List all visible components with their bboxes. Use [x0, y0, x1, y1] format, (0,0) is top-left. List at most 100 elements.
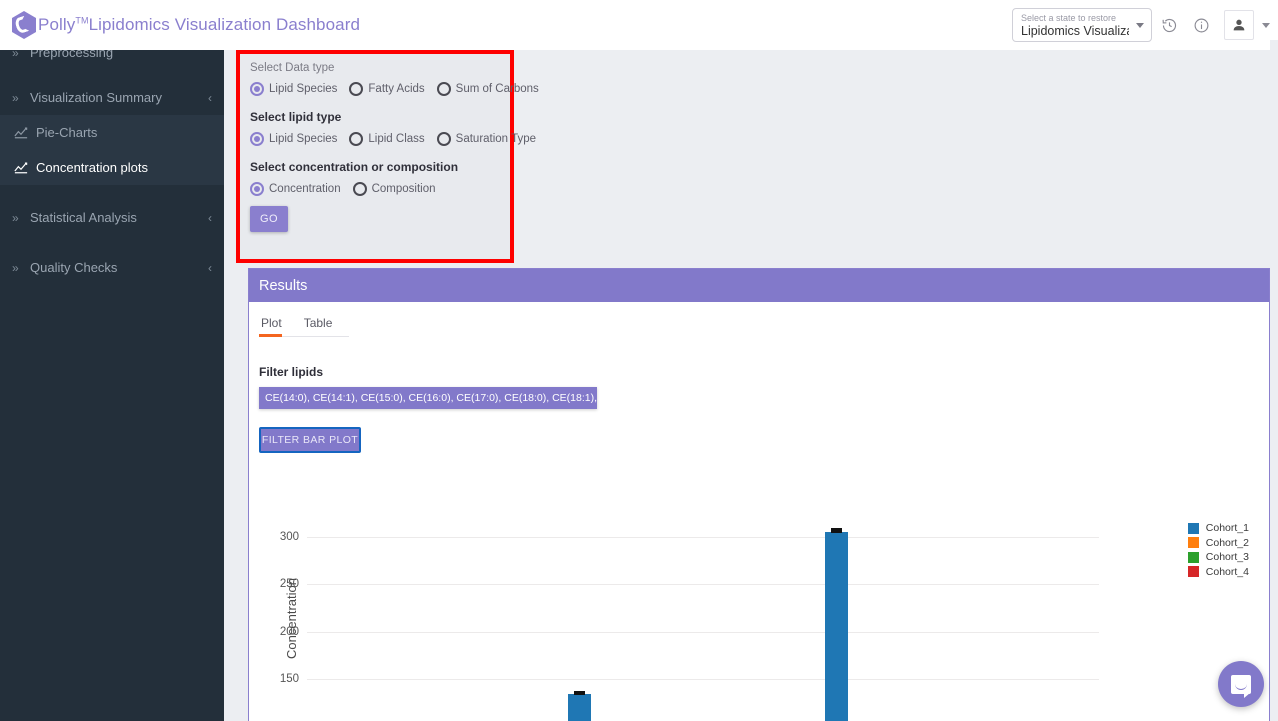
legend-label: Cohort_1 — [1205, 522, 1249, 535]
legend-label: Cohort_2 — [1205, 536, 1249, 549]
filter-lipids-input[interactable]: CE(14:0), CE(14:1), CE(15:0), CE(16:0), … — [259, 387, 597, 409]
radio-option-sum-of-carbons[interactable]: Sum of Carbons — [436, 82, 539, 96]
radio-button[interactable] — [349, 82, 364, 96]
data-type-radio-group: Lipid Species Fatty Acids Sum of Carbons — [250, 82, 539, 96]
chat-bubble-icon[interactable] — [1218, 661, 1264, 707]
lipid-type-radio-group: Lipid Species Lipid Class Saturation Typ… — [250, 132, 536, 146]
radio-option-lipid-species[interactable]: Lipid Species — [250, 132, 337, 146]
y-axis-title: Concentration — [283, 578, 299, 659]
y-tick-label: 150 — [279, 673, 299, 685]
tab-plot[interactable]: Plot — [259, 310, 292, 337]
double-chevron-right-icon: » — [12, 260, 19, 275]
selection-form-panel: Select Data type Lipid Species Fatty Aci… — [236, 50, 539, 263]
y-tick-label: 200 — [279, 626, 299, 638]
brand-trademark: TM — [75, 15, 89, 26]
chart-line-icon — [14, 126, 28, 139]
double-chevron-right-icon: » — [12, 90, 19, 105]
chart-line-icon — [14, 161, 28, 174]
double-chevron-right-icon: » — [12, 210, 19, 225]
account-button[interactable] — [1224, 10, 1254, 40]
sidebar: » Preprocessing » Visualization Summary … — [0, 40, 224, 721]
sidebar-item-concentration-plots[interactable]: Concentration plots — [0, 150, 224, 185]
legend-item[interactable]: Cohort_1 — [1187, 521, 1249, 536]
page-scrollbar[interactable] — [1270, 40, 1278, 721]
radio-label: Sum of Carbons — [455, 83, 539, 95]
legend-label: Cohort_3 — [1205, 551, 1249, 564]
conc-comp-radio-group: Concentration Composition — [250, 182, 500, 196]
lipid-type-legend: Select lipid type — [250, 110, 342, 124]
brand-title: PollyTMLipidomics Visualization Dashboar… — [38, 15, 360, 35]
legend-swatch — [1187, 551, 1199, 563]
y-tick-label: 250 — [279, 578, 299, 590]
radio-option-saturation-type[interactable]: Saturation Type — [436, 132, 536, 146]
radio-label: Lipid Species — [269, 83, 338, 95]
brand-name: Polly — [38, 15, 76, 34]
bar-cohort1-b[interactable] — [825, 532, 848, 721]
radio-option-fatty-acids[interactable]: Fatty Acids — [349, 82, 425, 96]
account-chevron-down-icon[interactable] — [1262, 22, 1270, 28]
chevron-left-icon: ‹ — [208, 90, 212, 105]
top-bar-actions: Select a state to restore Lipidomics Vis… — [1012, 8, 1278, 42]
radio-button[interactable] — [250, 182, 264, 196]
gridline — [307, 679, 1099, 680]
radio-label: Composition — [371, 183, 436, 195]
radio-button[interactable] — [349, 132, 364, 146]
chevron-down-icon — [1136, 23, 1144, 28]
state-restore-value: Lipidomics Visualiza… — [1021, 23, 1129, 38]
results-tabs: Plot Table — [259, 310, 349, 337]
bar-cohort1-a[interactable] — [568, 694, 591, 721]
legend-swatch — [1187, 566, 1199, 578]
y-tick-label: 300 — [279, 531, 299, 543]
radio-option-concentration[interactable]: Concentration — [250, 182, 341, 196]
sidebar-item-statistical-analysis[interactable]: » Statistical Analysis ‹ — [0, 200, 224, 235]
legend-swatch — [1187, 537, 1199, 549]
history-icon[interactable] — [1154, 10, 1184, 40]
radio-option-composition[interactable]: Composition — [352, 182, 436, 196]
results-panel-title: Results — [249, 269, 1269, 302]
radio-label: Concentration — [269, 183, 341, 195]
chevron-left-icon: ‹ — [208, 260, 212, 275]
error-bar — [831, 528, 842, 533]
legend-item[interactable]: Cohort_2 — [1187, 536, 1249, 551]
radio-option-lipid-class[interactable]: Lipid Class — [349, 132, 425, 146]
radio-button[interactable] — [436, 132, 451, 146]
gridline — [307, 632, 1099, 633]
data-type-legend: Select Data type — [250, 62, 335, 74]
radio-label: Lipid Class — [368, 133, 425, 145]
info-icon[interactable] — [1186, 10, 1216, 40]
gridline — [307, 584, 1099, 585]
filter-bar-plot-button[interactable]: FILTER BAR PLOT — [259, 427, 361, 453]
radio-button[interactable] — [352, 182, 367, 196]
tab-table[interactable]: Table — [292, 310, 343, 336]
main-content: Select Data type Lipid Species Fatty Aci… — [224, 40, 1278, 721]
results-panel-body: Plot Table Filter lipids CE(14:0), CE(14… — [249, 302, 1269, 721]
concentration-bar-chart: Concentration 300 250 200 150 100 — [249, 515, 1259, 721]
sidebar-item-label: Pie-Charts — [36, 125, 98, 140]
sidebar-item-visualization-summary[interactable]: » Visualization Summary ‹ — [0, 80, 224, 115]
brand-subtitle: Lipidomics Visualization Dashboard — [88, 15, 361, 34]
chevron-left-icon: ‹ — [208, 210, 212, 225]
sidebar-item-pie-charts[interactable]: Pie-Charts — [0, 115, 224, 150]
radio-label: Fatty Acids — [368, 83, 425, 95]
conc-comp-legend: Select concentration or composition — [250, 160, 459, 174]
legend-item[interactable]: Cohort_4 — [1187, 565, 1249, 580]
chart-legend: Cohort_1 Cohort_2 Cohort_3 Cohort_4 — [1187, 521, 1249, 580]
go-button[interactable]: GO — [250, 206, 288, 232]
radio-button[interactable] — [250, 82, 264, 96]
sidebar-item-label: Visualization Summary — [30, 90, 162, 105]
legend-swatch — [1187, 522, 1199, 534]
radio-label: Saturation Type — [455, 133, 536, 145]
sidebar-item-quality-checks[interactable]: » Quality Checks ‹ — [0, 250, 224, 285]
top-bar: PollyTMLipidomics Visualization Dashboar… — [0, 0, 1278, 50]
brand-logo[interactable]: PollyTMLipidomics Visualization Dashboar… — [0, 11, 360, 39]
legend-item[interactable]: Cohort_3 — [1187, 550, 1249, 565]
radio-option-lipid-species-datatype[interactable]: Lipid Species — [250, 82, 337, 96]
state-restore-select[interactable]: Select a state to restore Lipidomics Vis… — [1012, 8, 1152, 42]
chat-bubble-glyph — [1231, 674, 1251, 698]
sidebar-item-label: Concentration plots — [36, 160, 149, 175]
radio-button[interactable] — [436, 82, 451, 96]
sidebar-item-label: Statistical Analysis — [30, 210, 137, 225]
results-panel: Results Plot Table Filter lipids CE(14:0… — [248, 268, 1270, 721]
sidebar-item-label: Quality Checks — [30, 260, 118, 275]
radio-button[interactable] — [250, 132, 264, 146]
